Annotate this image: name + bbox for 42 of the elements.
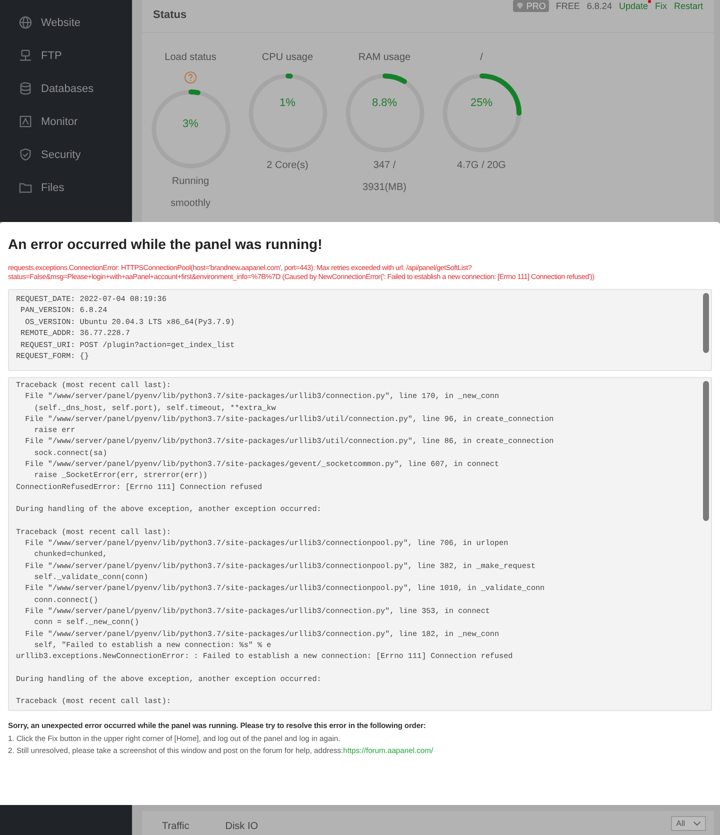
gauge-caption: 347 / xyxy=(373,159,396,173)
folder-icon xyxy=(19,181,32,194)
sidebar-item[interactable]: Security xyxy=(0,138,132,171)
pro-badge: PRO xyxy=(513,0,549,12)
gauge-label: CPU usage xyxy=(262,52,314,65)
gauge-value: 8.8% xyxy=(372,97,398,109)
shield-icon xyxy=(19,148,32,161)
gauge-caption: 2 Core(s) xyxy=(266,159,308,173)
database-icon xyxy=(19,82,32,95)
header-link[interactable]: Restart xyxy=(674,0,703,11)
sidebar-item[interactable]: Website xyxy=(0,6,132,39)
sidebar-item[interactable]: Monitor xyxy=(0,105,132,138)
gauge-label: / xyxy=(480,52,483,65)
monitor-icon xyxy=(19,115,32,128)
help-icon[interactable] xyxy=(184,71,197,84)
gauge-caption: smoothly xyxy=(170,197,210,211)
version-label: 6.8.24 xyxy=(586,0,612,11)
dialog-title: An error occurred while the panel was running! xyxy=(8,236,324,252)
gauge-value: 25% xyxy=(470,97,493,109)
globe-icon xyxy=(19,16,32,29)
gauge-label: RAM usage xyxy=(358,52,411,65)
tab[interactable]: Disk IO xyxy=(225,821,258,832)
gauge-value: 3% xyxy=(182,118,198,130)
gauge-value: 1% xyxy=(280,97,296,109)
gauge-caption: 3931(MB) xyxy=(362,181,406,195)
gauge-label: Load status xyxy=(164,52,216,65)
scrollbar[interactable] xyxy=(703,381,709,521)
section-title: Status xyxy=(153,9,187,23)
edition-label: FREE xyxy=(556,0,580,11)
server-icon xyxy=(19,49,32,62)
scrollbar[interactable] xyxy=(703,293,709,353)
gauge-caption: 4.7G / 20G xyxy=(457,159,506,173)
gauge-caption: Running xyxy=(172,175,210,189)
sidebar-item[interactable]: Databases xyxy=(0,72,132,105)
sidebar-item[interactable]: FTP xyxy=(0,39,132,72)
chevron-down-icon xyxy=(693,821,701,826)
sidebar-item[interactable]: Files xyxy=(0,171,132,204)
tab[interactable]: Traffic xyxy=(162,821,190,832)
diamond-icon xyxy=(516,2,524,10)
filter-select[interactable]: All xyxy=(671,816,706,831)
header-link[interactable]: Fix xyxy=(654,0,667,11)
header-link[interactable]: Update xyxy=(618,0,648,11)
